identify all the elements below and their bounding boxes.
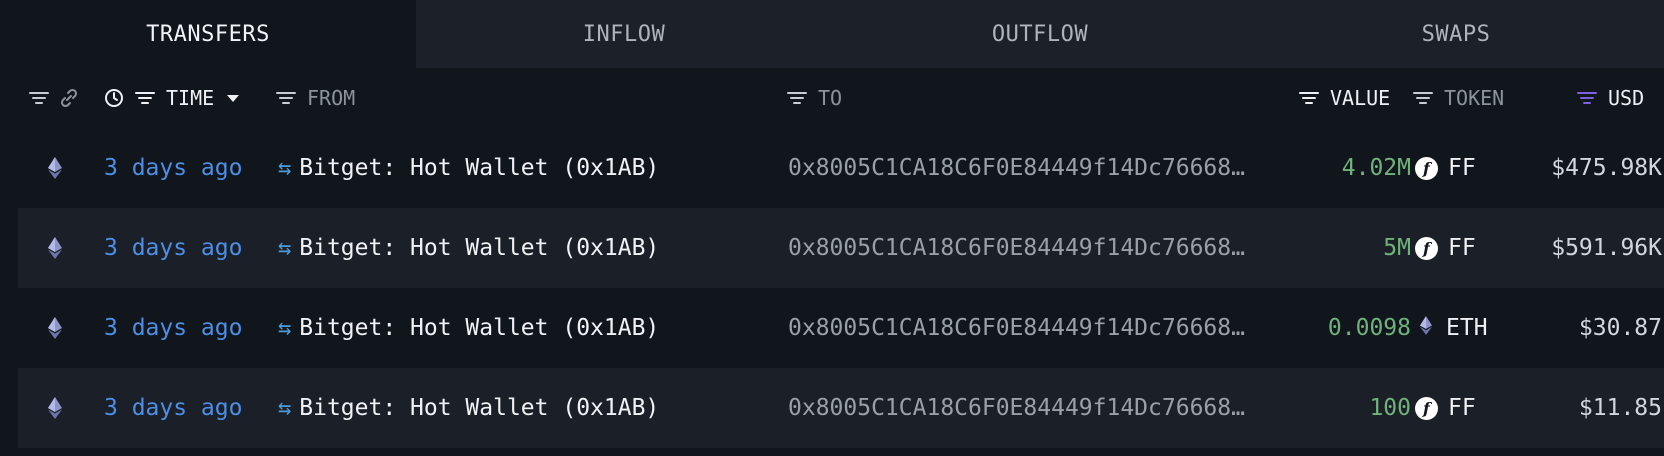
usd-value: $475.98K	[1551, 155, 1662, 181]
header-value[interactable]: VALUE	[1298, 68, 1390, 128]
from-label: Bitget: Hot Wallet (0x1AB)	[299, 155, 660, 181]
from-label: Bitget: Hot Wallet (0x1AB)	[299, 315, 660, 341]
from-entity[interactable]: ⇆ Bitget: Hot Wallet (0x1AB)	[278, 368, 659, 448]
to-address[interactable]: 0x8005C1CA18C6F0E84449f14Dc76668…	[788, 128, 1245, 208]
token[interactable]: f FF	[1415, 368, 1476, 448]
table-header: TIME FROM TO VALUE TOKEN USD	[0, 68, 1664, 128]
ff-token-icon: f	[1415, 156, 1438, 180]
filter-icon[interactable]	[275, 90, 297, 106]
transfer-arrow-icon: ⇆	[278, 395, 292, 421]
transfer-arrow-icon: ⇆	[278, 315, 292, 341]
to-address[interactable]: 0x8005C1CA18C6F0E84449f14Dc76668…	[788, 288, 1245, 368]
filter-icon[interactable]	[786, 90, 808, 106]
from-label: Bitget: Hot Wallet (0x1AB)	[299, 235, 660, 261]
table-row[interactable]: 3 days ago ⇆ Bitget: Hot Wallet (0x1AB) …	[18, 208, 1664, 288]
header-to-label: TO	[818, 86, 843, 110]
filter-icon[interactable]	[134, 90, 156, 106]
transfer-arrow-icon: ⇆	[278, 235, 292, 261]
usd-value: $30.87	[1578, 315, 1662, 341]
ethereum-icon	[48, 368, 62, 448]
tab-bar: TRANSFERS INFLOW OUTFLOW SWAPS	[0, 0, 1664, 68]
header-from[interactable]: FROM	[275, 68, 355, 128]
table-row[interactable]: 3 days ago ⇆ Bitget: Hot Wallet (0x1AB) …	[18, 288, 1664, 368]
table-row[interactable]: 3 days ago ⇆ Bitget: Hot Wallet (0x1AB) …	[18, 128, 1664, 208]
ff-token-icon: f	[1415, 236, 1438, 260]
to-address[interactable]: 0x8005C1CA18C6F0E84449f14Dc76668…	[788, 208, 1245, 288]
eth-token-icon	[1420, 315, 1432, 341]
usd-value: $11.85	[1578, 395, 1662, 421]
header-time[interactable]: TIME	[104, 68, 240, 128]
tab-outflow[interactable]: OUTFLOW	[832, 0, 1248, 68]
header-filter-group	[28, 68, 80, 128]
filter-icon[interactable]	[1298, 90, 1320, 106]
header-from-label: FROM	[307, 86, 356, 110]
time-link[interactable]: 3 days ago	[104, 368, 242, 448]
tab-inflow[interactable]: INFLOW	[416, 0, 832, 68]
table-row[interactable]: 3 days ago ⇆ Bitget: Hot Wallet (0x1AB) …	[18, 368, 1664, 448]
value: 100	[1369, 395, 1411, 421]
header-value-label: VALUE	[1330, 86, 1391, 110]
header-token-label: TOKEN	[1444, 86, 1505, 110]
filter-icon[interactable]	[28, 90, 50, 106]
sort-down-icon[interactable]	[226, 93, 240, 103]
header-time-label: TIME	[166, 86, 215, 110]
value: 4.02M	[1341, 155, 1411, 181]
tab-swaps[interactable]: SWAPS	[1248, 0, 1664, 68]
from-label: Bitget: Hot Wallet (0x1AB)	[299, 395, 660, 421]
to-address[interactable]: 0x8005C1CA18C6F0E84449f14Dc76668…	[788, 368, 1245, 448]
header-token[interactable]: TOKEN	[1412, 68, 1504, 128]
filter-icon[interactable]	[1576, 90, 1598, 106]
clock-icon	[104, 88, 124, 108]
header-to[interactable]: TO	[786, 68, 842, 128]
time-link[interactable]: 3 days ago	[104, 288, 242, 368]
header-usd[interactable]: USD	[1576, 68, 1644, 128]
from-entity[interactable]: ⇆ Bitget: Hot Wallet (0x1AB)	[278, 288, 659, 368]
ethereum-icon	[48, 128, 62, 208]
tab-transfers[interactable]: TRANSFERS	[0, 0, 416, 68]
time-link[interactable]: 3 days ago	[104, 128, 242, 208]
transfer-arrow-icon: ⇆	[278, 155, 292, 181]
value: 0.0098	[1327, 315, 1411, 341]
ff-token-icon: f	[1415, 396, 1438, 420]
value: 5M	[1383, 235, 1411, 261]
ethereum-icon	[48, 208, 62, 288]
token[interactable]: f FF	[1415, 208, 1476, 288]
token[interactable]: f FF	[1415, 128, 1476, 208]
header-usd-label: USD	[1608, 86, 1645, 110]
ethereum-icon	[48, 288, 62, 368]
filter-icon[interactable]	[1412, 90, 1434, 106]
time-link[interactable]: 3 days ago	[104, 208, 242, 288]
from-entity[interactable]: ⇆ Bitget: Hot Wallet (0x1AB)	[278, 208, 659, 288]
usd-value: $591.96K	[1551, 235, 1662, 261]
from-entity[interactable]: ⇆ Bitget: Hot Wallet (0x1AB)	[278, 128, 659, 208]
link-icon[interactable]	[58, 87, 80, 109]
